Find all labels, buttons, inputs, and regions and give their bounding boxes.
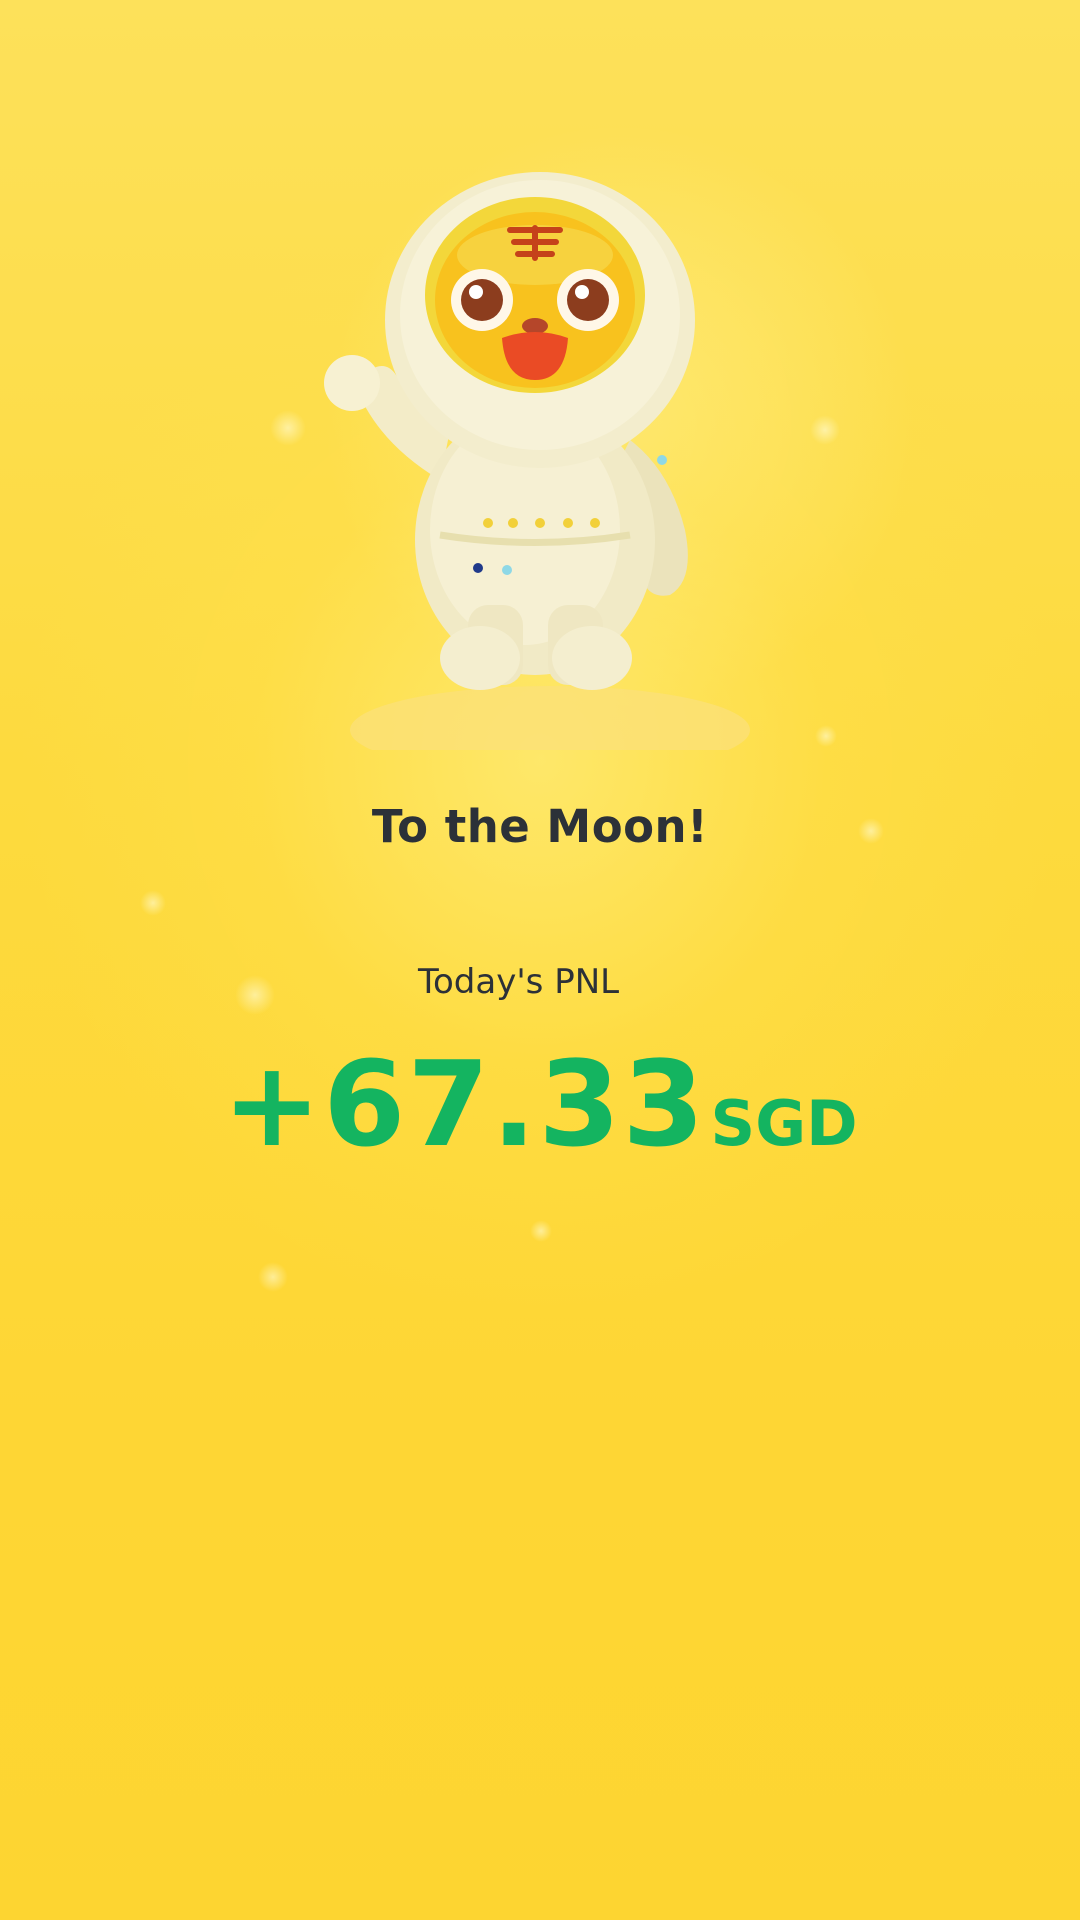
bokeh-light xyxy=(810,415,840,445)
tiger-astronaut-mascot-icon xyxy=(324,172,750,750)
bokeh-light xyxy=(258,1262,288,1292)
bokeh-light xyxy=(140,890,166,916)
page-title: To the Moon! xyxy=(371,800,709,853)
bokeh-light xyxy=(235,975,275,1015)
bokeh-light xyxy=(815,725,837,747)
bokeh-light xyxy=(530,1220,552,1242)
pnl-label: Today's PNL xyxy=(418,962,620,1002)
pnl-value: +67.33SGD xyxy=(0,1035,1080,1173)
pnl-amount: +67.33 xyxy=(222,1035,707,1173)
pnl-currency: SGD xyxy=(710,1087,858,1160)
